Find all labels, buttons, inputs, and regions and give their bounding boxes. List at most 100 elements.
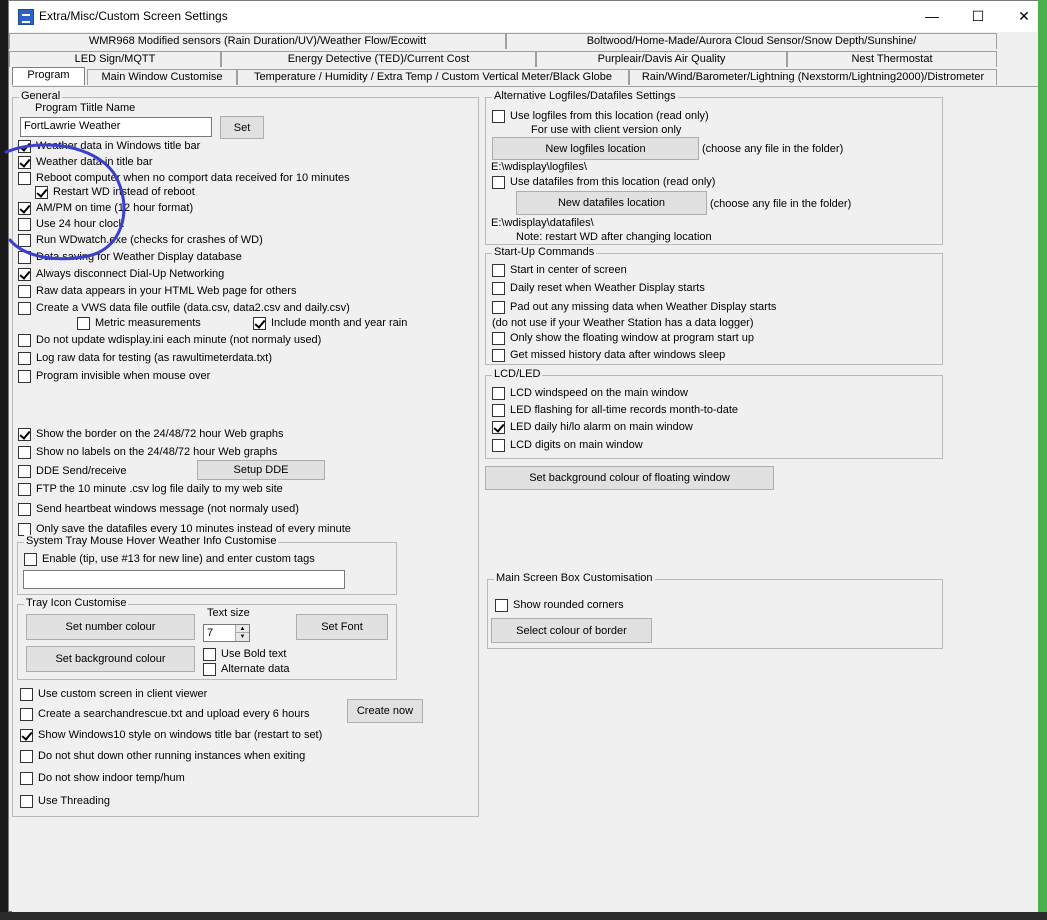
tab-content: General Program Tiitle Name FortLawrie W… <box>12 86 1045 912</box>
tab-led-sign[interactable]: LED Sign/MQTT <box>9 51 221 67</box>
checkbox[interactable] <box>492 348 505 362</box>
opt-vws-data[interactable]: Create a VWS data file outfile (data.csv… <box>18 301 350 315</box>
tab-temperature[interactable]: Temperature / Humidity / Extra Temp / Cu… <box>237 69 629 85</box>
set-title-button[interactable]: Set <box>220 116 264 139</box>
opt-alternate-data[interactable]: Alternate data <box>203 662 290 676</box>
maximize-button[interactable]: ☐ <box>955 1 1001 32</box>
opt-lcd-windspeed[interactable]: LCD windspeed on the main window <box>492 386 688 400</box>
checkbox[interactable] <box>20 687 33 701</box>
opt-no-shutdown[interactable]: Do not shut down other running instances… <box>20 749 305 763</box>
opt-windows10-style[interactable]: Show Windows10 style on windows title ba… <box>20 728 322 742</box>
opt-systray-enable[interactable]: Enable (tip, use #13 for new line) and e… <box>24 552 315 566</box>
checkbox[interactable] <box>492 403 505 417</box>
minimize-button[interactable]: — <box>909 1 955 32</box>
opt-use-logfiles[interactable]: Use logfiles from this location (read on… <box>492 109 709 123</box>
checkbox[interactable] <box>18 464 31 478</box>
checkbox[interactable] <box>203 647 216 661</box>
checkbox[interactable] <box>24 552 37 566</box>
setup-dde-button[interactable]: Setup DDE <box>197 460 325 480</box>
opt-led-flashing[interactable]: LED flashing for all-time records month-… <box>492 403 738 417</box>
taskbar-strip <box>0 912 1047 920</box>
opt-use-datafiles[interactable]: Use datafiles from this location (read o… <box>492 175 715 189</box>
checkbox[interactable] <box>18 351 31 365</box>
checkbox[interactable] <box>18 482 31 496</box>
opt-metric[interactable]: Metric measurements <box>77 316 201 330</box>
checkbox[interactable] <box>18 301 31 315</box>
opt-no-update-ini[interactable]: Do not update wdisplay.ini each minute (… <box>18 333 321 347</box>
set-background-colour-button[interactable]: Set background colour <box>26 646 195 672</box>
new-logfiles-button[interactable]: New logfiles location <box>492 137 699 160</box>
tab-purpleair[interactable]: Purpleair/Davis Air Quality <box>536 51 787 67</box>
checkbox[interactable] <box>77 316 90 330</box>
text-size-spinner[interactable]: 7 ▲ ▼ <box>203 624 250 642</box>
checkbox[interactable] <box>20 707 33 721</box>
spin-up-icon[interactable]: ▲ <box>235 625 249 633</box>
checkbox[interactable] <box>492 175 505 189</box>
checkbox[interactable] <box>492 109 505 123</box>
opt-custom-screen-client[interactable]: Use custom screen in client viewer <box>20 687 207 701</box>
checkbox[interactable] <box>492 263 505 277</box>
checkbox[interactable] <box>20 771 33 785</box>
checkbox[interactable] <box>20 794 33 808</box>
opt-searchandrescue[interactable]: Create a searchandrescue.txt and upload … <box>20 707 310 721</box>
systray-tags-input[interactable] <box>23 570 345 589</box>
tab-energy-detective[interactable]: Energy Detective (TED)/Current Cost <box>221 51 536 67</box>
opt-led-alarm[interactable]: LED daily hi/lo alarm on main window <box>492 420 693 434</box>
new-datafiles-button[interactable]: New datafiles location <box>516 191 707 215</box>
checkbox[interactable] <box>492 386 505 400</box>
startup-label: Start-Up Commands <box>492 246 597 258</box>
opt-month-year-rain[interactable]: Include month and year rain <box>253 316 407 330</box>
checkbox[interactable] <box>492 300 505 314</box>
opt-no-indoor[interactable]: Do not show indoor temp/hum <box>20 771 185 785</box>
opt-save-10min[interactable]: Only save the datafiles every 10 minutes… <box>18 522 351 536</box>
opt-log-raw[interactable]: Log raw data for testing (as rawultimete… <box>18 351 272 365</box>
set-number-colour-button[interactable]: Set number colour <box>26 614 195 640</box>
checkbox[interactable] <box>495 598 508 612</box>
checkbox[interactable] <box>20 749 33 763</box>
opt-floating-window[interactable]: Only show the floating window at program… <box>492 331 754 345</box>
checkbox[interactable] <box>492 438 505 452</box>
checkbox[interactable] <box>18 502 31 516</box>
spin-down-icon[interactable]: ▼ <box>235 633 249 641</box>
checkbox[interactable] <box>18 369 31 383</box>
checkbox[interactable] <box>203 662 216 676</box>
tab-main-window[interactable]: Main Window Customise <box>87 69 237 85</box>
opt-threading[interactable]: Use Threading <box>20 794 110 808</box>
opt-pad-missing[interactable]: Pad out any missing data when Weather Di… <box>492 300 776 314</box>
tab-rain-wind[interactable]: Rain/Wind/Barometer/Lightning (Nexstorm/… <box>629 69 997 85</box>
checkbox[interactable] <box>18 522 31 536</box>
checkbox[interactable] <box>253 316 266 330</box>
program-title-label: Program Tiitle Name <box>35 102 136 114</box>
opt-daily-reset[interactable]: Daily reset when Weather Display starts <box>492 281 705 295</box>
opt-missed-history[interactable]: Get missed history data after windows sl… <box>492 348 725 362</box>
opt-ftp-csv[interactable]: FTP the 10 minute .csv log file daily to… <box>18 482 283 496</box>
tab-nest[interactable]: Nest Thermostat <box>787 51 997 67</box>
opt-start-center[interactable]: Start in center of screen <box>492 263 627 277</box>
border-colour-button[interactable]: Select colour of border <box>491 618 652 643</box>
checkbox[interactable] <box>492 331 505 345</box>
checkbox[interactable] <box>20 728 33 742</box>
opt-bold-text[interactable]: Use Bold text <box>203 647 286 661</box>
checkbox[interactable] <box>18 427 31 441</box>
checkbox[interactable] <box>492 420 505 434</box>
opt-show-border[interactable]: Show the border on the 24/48/72 hour Web… <box>18 427 283 441</box>
opt-dde[interactable]: DDE Send/receive <box>18 464 127 478</box>
opt-rounded-corners[interactable]: Show rounded corners <box>495 598 624 612</box>
opt-heartbeat[interactable]: Send heartbeat windows message (not norm… <box>18 502 299 516</box>
title-bar[interactable]: Extra/Misc/Custom Screen Settings — ☐ ✕ <box>9 1 1046 32</box>
checkbox[interactable] <box>18 333 31 347</box>
set-font-button[interactable]: Set Font <box>296 614 388 640</box>
tab-program[interactable]: Program <box>12 67 85 85</box>
checkbox[interactable] <box>492 281 505 295</box>
create-now-button[interactable]: Create now <box>347 699 423 723</box>
checkbox[interactable] <box>18 445 31 459</box>
opt-raw-data-html[interactable]: Raw data appears in your HTML Web page f… <box>18 284 296 298</box>
tab-wmr968[interactable]: WMR968 Modified sensors (Rain Duration/U… <box>9 33 506 49</box>
opt-invisible[interactable]: Program invisible when mouse over <box>18 369 210 383</box>
tab-boltwood[interactable]: Boltwood/Home-Made/Aurora Cloud Sensor/S… <box>506 33 997 49</box>
systray-label: System Tray Mouse Hover Weather Info Cus… <box>24 535 279 547</box>
opt-no-labels[interactable]: Show no labels on the 24/48/72 hour Web … <box>18 445 277 459</box>
checkbox[interactable] <box>18 284 31 298</box>
set-bg-floating-button[interactable]: Set background colour of floating window <box>485 466 774 490</box>
opt-lcd-digits[interactable]: LCD digits on main window <box>492 438 643 452</box>
